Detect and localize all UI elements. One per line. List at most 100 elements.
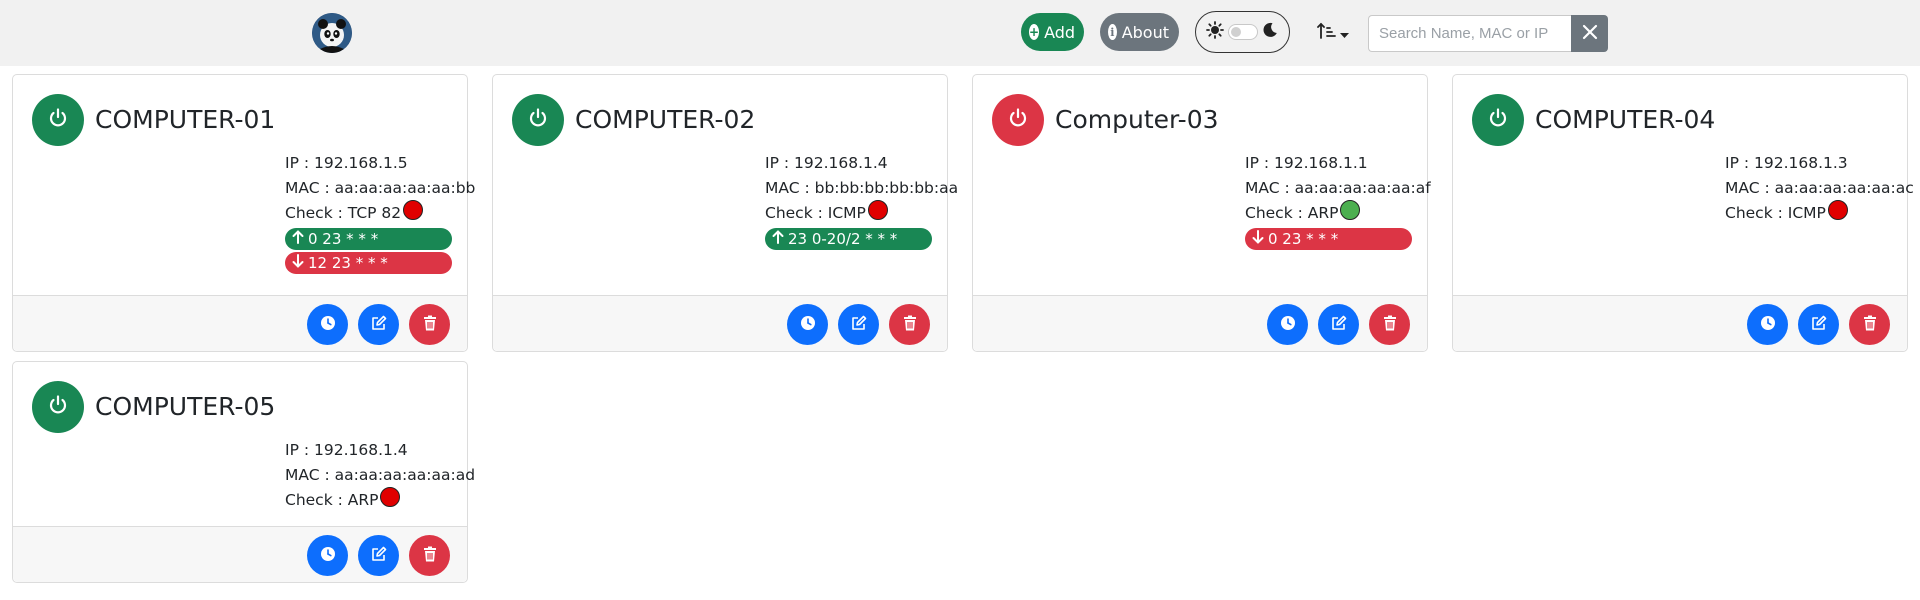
- plus-circle-icon: +: [1029, 24, 1040, 40]
- logo-panda-icon: [312, 13, 352, 53]
- edit-button[interactable]: [358, 535, 399, 576]
- edit-icon: [371, 315, 387, 335]
- device-name: Computer-03: [1055, 105, 1219, 134]
- schedule-wake-badge: 0 23 * * *: [285, 228, 452, 250]
- edit-button[interactable]: [1798, 304, 1839, 345]
- device-name: COMPUTER-02: [575, 105, 756, 134]
- power-button[interactable]: [32, 94, 84, 146]
- device-mac: MAC : aa:aa:aa:aa:aa:ad: [285, 466, 476, 484]
- device-check: Check : ICMP: [765, 199, 958, 226]
- device-card-body: COMPUTER-04 IP : 192.168.1.3 MAC : aa:aa…: [1453, 75, 1914, 295]
- trash-icon: [423, 546, 437, 566]
- schedule-button[interactable]: [1747, 304, 1788, 345]
- power-button[interactable]: [512, 94, 564, 146]
- power-button[interactable]: [992, 94, 1044, 146]
- power-icon: [47, 394, 69, 420]
- device-name: COMPUTER-01: [95, 105, 276, 134]
- device-card: COMPUTER-02 IP : 192.168.1.4 MAC : bb:bb…: [492, 74, 958, 352]
- delete-button[interactable]: [1849, 304, 1890, 345]
- power-icon: [47, 107, 69, 133]
- trash-icon: [1383, 315, 1397, 335]
- device-card-footer: [13, 295, 467, 351]
- device-card-footer: [493, 295, 947, 351]
- moon-icon: [1262, 22, 1278, 42]
- check-status-indicator: [1827, 199, 1848, 220]
- schedule-button[interactable]: [307, 535, 348, 576]
- check-status-indicator: [403, 199, 424, 220]
- about-button[interactable]: i About: [1100, 13, 1179, 51]
- device-card-footer: [13, 526, 467, 582]
- edit-icon: [371, 546, 387, 566]
- edit-button[interactable]: [838, 304, 879, 345]
- edit-button[interactable]: [358, 304, 399, 345]
- device-check: Check : ICMP: [1725, 199, 1914, 226]
- theme-toggle: [1195, 11, 1290, 53]
- device-card-footer: [1453, 295, 1907, 351]
- edit-button[interactable]: [1318, 304, 1359, 345]
- device-mac: MAC : aa:aa:aa:aa:aa:bb: [285, 179, 476, 197]
- clock-icon: [800, 315, 816, 335]
- schedule-button[interactable]: [307, 304, 348, 345]
- dark-mode-switch[interactable]: [1228, 24, 1258, 40]
- check-status-indicator: [867, 199, 888, 220]
- device-card: COMPUTER-04 IP : 192.168.1.3 MAC : aa:aa…: [1452, 74, 1914, 352]
- schedule-text: 23 0-20/2 * * *: [788, 229, 898, 248]
- schedule-button[interactable]: [1267, 304, 1308, 345]
- device-info: IP : 192.168.1.1 MAC : aa:aa:aa:aa:aa:af…: [1245, 151, 1431, 250]
- about-button-label: About: [1121, 22, 1169, 42]
- device-info: IP : 192.168.1.4 MAC : aa:aa:aa:aa:aa:ad…: [285, 438, 475, 513]
- schedule-text: 0 23 * * *: [1268, 229, 1339, 248]
- schedule-text: 0 23 * * *: [308, 229, 379, 248]
- power-button[interactable]: [1472, 94, 1524, 146]
- device-info: IP : 192.168.1.4 MAC : bb:bb:bb:bb:bb:aa…: [765, 151, 958, 250]
- device-card-body: COMPUTER-02 IP : 192.168.1.4 MAC : bb:bb…: [493, 75, 958, 295]
- edit-icon: [1811, 315, 1827, 335]
- device-info: IP : 192.168.1.3 MAC : aa:aa:aa:aa:aa:ac…: [1725, 151, 1914, 226]
- check-status-indicator: [1340, 199, 1361, 220]
- device-check: Check : TCP 82: [285, 199, 475, 226]
- device-card-footer: [973, 295, 1427, 351]
- check-method: Check : TCP 82: [285, 204, 402, 222]
- device-ip: IP : 192.168.1.1: [1245, 154, 1368, 172]
- clock-icon: [1760, 315, 1776, 335]
- check-method: Check : ARP: [285, 491, 379, 509]
- check-method: Check : ARP: [1245, 204, 1339, 222]
- device-card: COMPUTER-05 IP : 192.168.1.4 MAC : aa:aa…: [12, 361, 475, 583]
- device-ip: IP : 192.168.1.5: [285, 154, 408, 172]
- schedule-text: 12 23 * * *: [308, 253, 388, 272]
- power-button[interactable]: [32, 381, 84, 433]
- edit-icon: [851, 315, 867, 335]
- power-icon: [1007, 107, 1029, 133]
- schedule-button[interactable]: [787, 304, 828, 345]
- device-info: IP : 192.168.1.5 MAC : aa:aa:aa:aa:aa:bb…: [285, 151, 475, 274]
- device-ip: IP : 192.168.1.4: [285, 441, 408, 459]
- power-icon: [1487, 107, 1509, 133]
- schedule-wake-badge: 23 0-20/2 * * *: [765, 228, 932, 250]
- add-button-label: Add: [1044, 22, 1076, 42]
- close-icon: [1582, 24, 1598, 44]
- device-name: COMPUTER-04: [1535, 105, 1716, 134]
- search-input[interactable]: [1368, 15, 1571, 52]
- clock-icon: [320, 546, 336, 566]
- arrow-down-icon: [292, 251, 304, 276]
- check-method: Check : ICMP: [1725, 204, 1826, 222]
- sort-icon: [1317, 22, 1337, 44]
- clear-search-button[interactable]: [1571, 15, 1608, 52]
- delete-button[interactable]: [1369, 304, 1410, 345]
- power-icon: [527, 107, 549, 133]
- chevron-down-icon: [1340, 24, 1349, 43]
- delete-button[interactable]: [409, 304, 450, 345]
- add-button[interactable]: + Add: [1021, 13, 1084, 51]
- arrow-down-icon: [1252, 227, 1264, 252]
- clock-icon: [320, 315, 336, 335]
- delete-button[interactable]: [889, 304, 930, 345]
- device-ip: IP : 192.168.1.3: [1725, 154, 1848, 172]
- device-mac: MAC : aa:aa:aa:aa:aa:af: [1245, 179, 1431, 197]
- sort-dropdown-button[interactable]: [1314, 18, 1352, 48]
- device-card: Computer-03 IP : 192.168.1.1 MAC : aa:aa…: [972, 74, 1431, 352]
- delete-button[interactable]: [409, 535, 450, 576]
- device-mac: MAC : aa:aa:aa:aa:aa:ac: [1725, 179, 1914, 197]
- device-card: COMPUTER-01 IP : 192.168.1.5 MAC : aa:aa…: [12, 74, 475, 352]
- trash-icon: [903, 315, 917, 335]
- trash-icon: [1863, 315, 1877, 335]
